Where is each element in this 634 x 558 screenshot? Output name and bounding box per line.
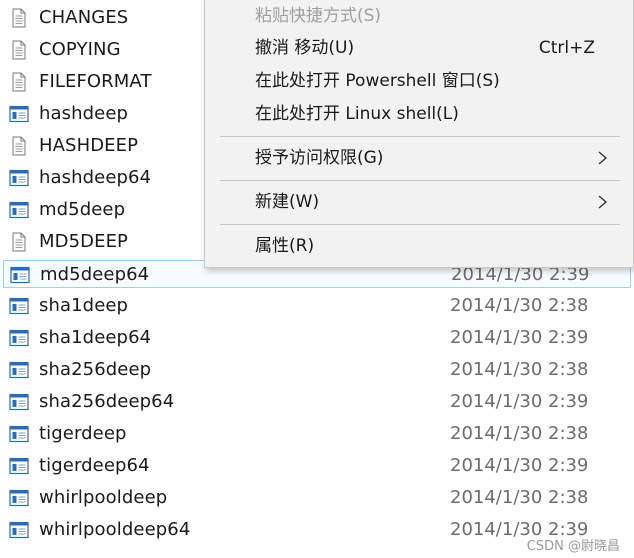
file-row[interactable]: tigerdeep 2014/1/30 2:38 [3,420,631,448]
file-name: HASHDEEP [39,135,139,156]
menu-item-properties[interactable]: 属性(R) [205,229,633,263]
file-date-modified: 2014/1/30 2:39 [450,391,589,412]
file-date-modified: 2014/1/30 2:38 [450,359,589,380]
menu-item-grant-access[interactable]: 授予访问权限(G) [205,141,633,175]
context-menu: 粘贴快捷方式(S) 撤消 移动(U) Ctrl+Z 在此处打开 Powershe… [204,0,634,268]
file-name: sha1deep64 [39,327,152,348]
menu-separator [220,136,620,137]
file-name: hashdeep64 [39,167,152,188]
file-name: md5deep64 [40,264,150,285]
file-row[interactable]: sha256deep64 2014/1/30 2:39 [3,388,631,416]
file-name: whirlpooldeep [39,487,168,508]
executable-icon [9,488,29,508]
executable-icon [9,296,29,316]
file-name: tigerdeep64 [39,455,150,476]
file-row[interactable]: sha256deep 2014/1/30 2:38 [3,356,631,384]
chevron-right-icon [598,151,608,165]
file-row[interactable]: whirlpooldeep 2014/1/30 2:38 [3,484,631,512]
executable-icon [9,328,29,348]
menu-item-label: 授予访问权限(G) [255,148,384,168]
text-file-icon [9,8,29,28]
menu-item-label: 撤消 移动(U) [255,38,355,58]
menu-separator [220,224,620,225]
text-file-icon [9,136,29,156]
menu-separator [220,180,620,181]
file-name: MD5DEEP [39,231,129,252]
executable-icon [10,265,30,285]
menu-item-shortcut: Ctrl+Z [538,38,595,58]
menu-item-label: 粘贴快捷方式(S) [255,6,382,26]
file-date-modified: 2014/1/30 2:38 [450,295,589,316]
menu-item-label: 在此处打开 Powershell 窗口(S) [255,71,500,91]
text-file-icon [9,40,29,60]
file-name: md5deep [39,199,126,220]
chevron-right-icon [598,195,608,209]
file-name: tigerdeep [39,423,127,444]
executable-icon [9,360,29,380]
menu-item-new[interactable]: 新建(W) [205,185,633,219]
executable-icon [9,520,29,540]
file-name: sha1deep [39,295,129,316]
file-date-modified: 2014/1/30 2:38 [450,487,589,508]
file-name: hashdeep [39,103,129,124]
file-name: COPYING [39,39,121,60]
file-date-modified: 2014/1/30 2:39 [450,327,589,348]
executable-icon [9,168,29,188]
menu-item-paste-shortcut: 粘贴快捷方式(S) [205,0,633,33]
menu-item-label: 属性(R) [255,236,315,256]
menu-item-open-powershell[interactable]: 在此处打开 Powershell 窗口(S) [205,64,633,98]
file-name: sha256deep [39,359,152,380]
file-name: CHANGES [39,7,129,28]
executable-icon [9,456,29,476]
file-date-modified: 2014/1/30 2:39 [450,455,589,476]
menu-item-undo-move[interactable]: 撤消 移动(U) Ctrl+Z [205,31,633,65]
menu-item-label: 新建(W) [255,192,320,212]
file-row[interactable]: tigerdeep64 2014/1/30 2:39 [3,452,631,480]
watermark: CSDN @尉晓昌 [526,539,620,554]
text-file-icon [9,72,29,92]
executable-icon [9,104,29,124]
file-date-modified: 2014/1/30 2:38 [450,423,589,444]
file-row[interactable]: sha1deep64 2014/1/30 2:39 [3,324,631,352]
file-row[interactable]: sha1deep 2014/1/30 2:38 [3,292,631,320]
executable-icon [9,392,29,412]
text-file-icon [9,232,29,252]
file-name: sha256deep64 [39,391,175,412]
menu-item-label: 在此处打开 Linux shell(L) [255,104,459,124]
file-name: FILEFORMAT [39,71,152,92]
menu-item-open-linux-shell[interactable]: 在此处打开 Linux shell(L) [205,97,633,131]
executable-icon [9,200,29,220]
executable-icon [9,424,29,444]
file-name: whirlpooldeep64 [39,519,191,540]
